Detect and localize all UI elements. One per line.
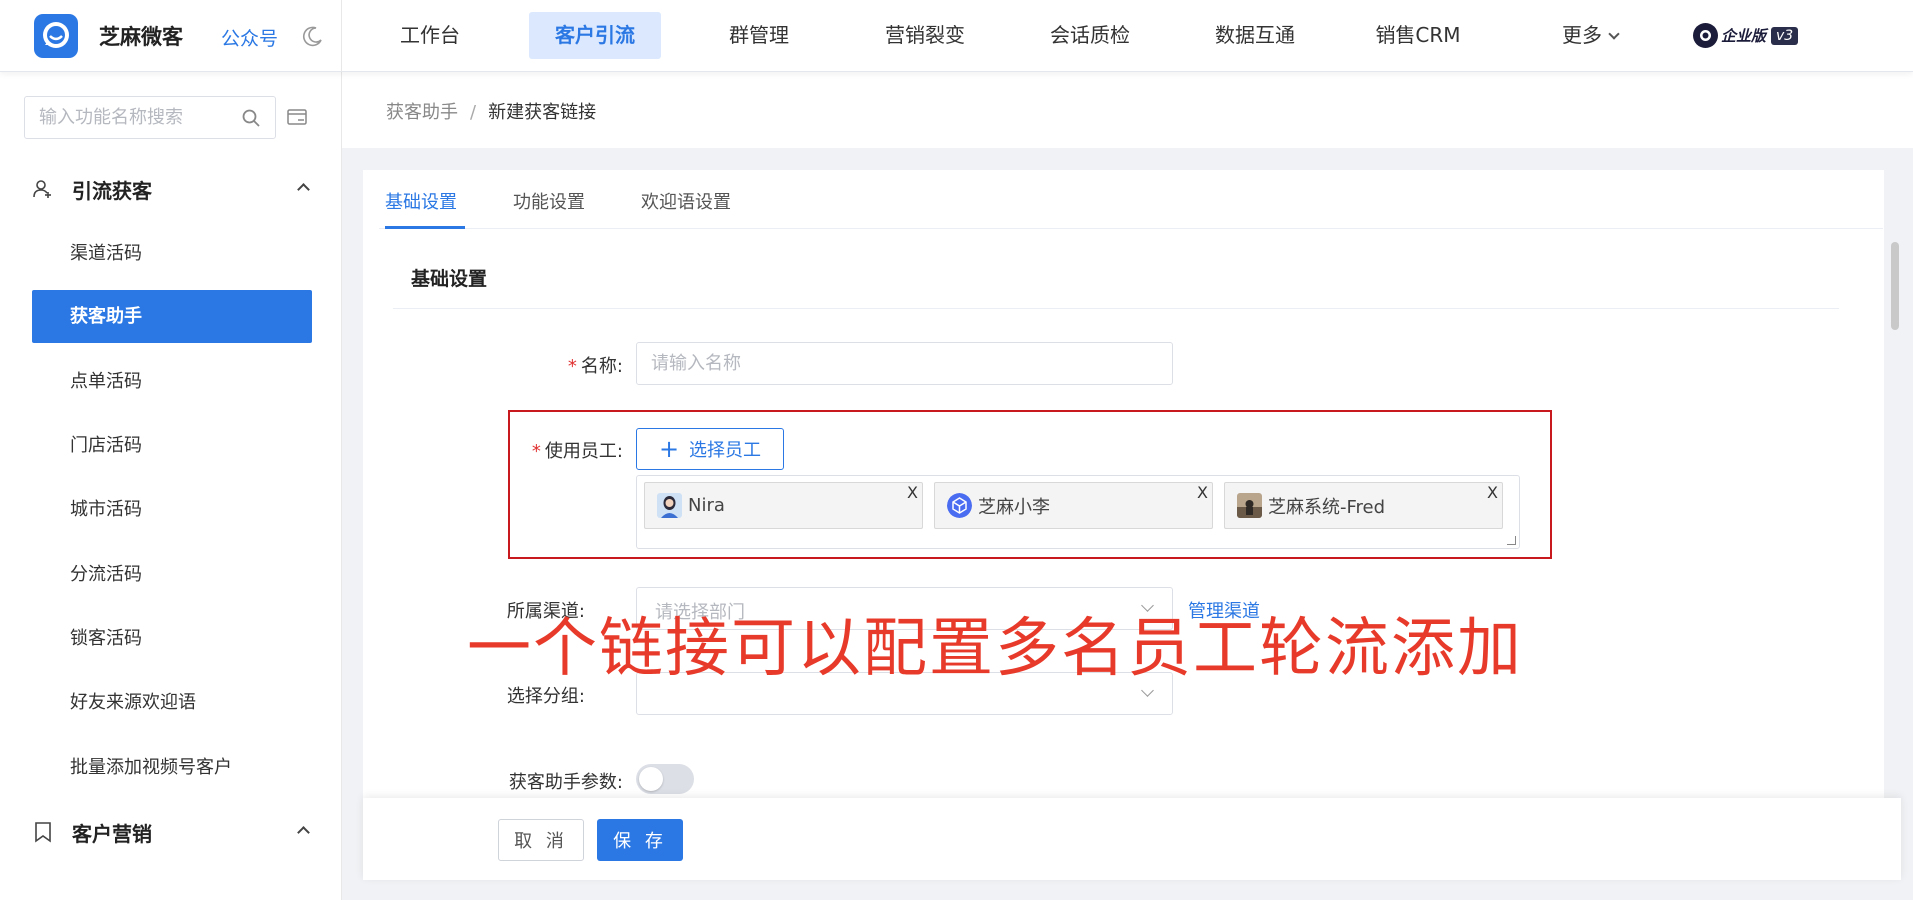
staff-name: Nira [688, 495, 725, 516]
bookmark-icon [35, 822, 51, 843]
function-search-input[interactable] [39, 97, 239, 138]
sidebar-item-order-code[interactable]: 点单活码 [32, 355, 312, 408]
name-field[interactable] [636, 342, 1173, 385]
staff-tag: Nira X [644, 482, 923, 529]
chevron-up-icon [297, 826, 310, 839]
sidebar-item-split-code[interactable]: 分流活码 [32, 548, 312, 601]
staff-tag: 芝麻小李 X [934, 482, 1213, 529]
nav-marketing-fission[interactable]: 营销裂变 [866, 12, 984, 59]
user-add-icon [33, 180, 51, 198]
search-icon[interactable] [241, 108, 261, 128]
staff-name: 芝麻系统-Fred [1268, 496, 1386, 518]
brand-name: 芝麻微客 [99, 25, 183, 49]
nav-group-management[interactable]: 群管理 [705, 12, 813, 59]
nav-workbench[interactable]: 工作台 [376, 12, 484, 59]
sidebar-group-label: 引流获客 [72, 178, 152, 203]
sidebar-group-label: 客户营销 [72, 821, 152, 846]
sidebar-item-store-code[interactable]: 门店活码 [32, 419, 312, 472]
sidebar-item-batch-add-video[interactable]: 批量添加视频号客户 [32, 741, 312, 794]
staff-tag: 芝麻系统-Fred X [1224, 482, 1503, 529]
avatar [1237, 493, 1262, 518]
toggle-knob [639, 767, 663, 791]
nav-more-label: 更多 [1562, 23, 1602, 47]
name-label: * 名称: [567, 356, 623, 377]
edition-badge[interactable]: 企业版 v3 [1693, 23, 1799, 48]
edition-label: 企业版 [1721, 27, 1767, 45]
tab-function-settings[interactable]: 功能设置 [513, 188, 585, 229]
sidebar-group-lead-acquisition[interactable]: 引流获客 [32, 174, 312, 204]
cancel-button[interactable]: 取 消 [498, 819, 584, 861]
close-icon[interactable]: X [907, 484, 918, 502]
top-bar: 芝麻微客 公众号 工作台 客户引流 群管理 营销裂变 会话质检 数据互通 销售C… [0, 0, 1913, 72]
version-badge: v3 [1771, 26, 1799, 45]
resize-handle[interactable] [1507, 536, 1516, 545]
name-label-text: 名称: [580, 356, 623, 377]
tab-basic-settings[interactable]: 基础设置 [385, 188, 465, 229]
section-title: 基础设置 [411, 268, 488, 290]
sidebar-item-city-code[interactable]: 城市活码 [32, 483, 312, 536]
edition-logo-icon [1693, 23, 1718, 48]
staff-label: * 使用员工: [531, 441, 623, 462]
divider [393, 308, 1839, 309]
staff-list[interactable]: Nira X 芝麻小李 X 芝麻系统-Fred X [636, 475, 1520, 549]
sidebar-item-channel-code[interactable]: 渠道活码 [32, 227, 312, 280]
sidebar-group-customer-marketing[interactable]: 客户营销 [32, 817, 312, 847]
footer-bar: 取 消 保 存 [363, 798, 1901, 880]
avatar [947, 493, 972, 518]
brand[interactable]: 芝麻微客 [34, 14, 183, 58]
logo-icon [34, 14, 78, 58]
card-icon[interactable] [286, 106, 308, 128]
breadcrumb-current: 新建获客链接 [488, 102, 597, 123]
sidebar: 引流获客 渠道活码 获客助手 点单活码 门店活码 城市活码 分流活码 锁客活码 … [0, 72, 342, 900]
tab-bar: 基础设置 功能设置 欢迎语设置 [379, 170, 1883, 229]
dark-mode-icon[interactable] [302, 25, 324, 47]
public-account-link[interactable]: 公众号 [221, 24, 278, 51]
close-icon[interactable]: X [1487, 484, 1498, 502]
staff-name: 芝麻小李 [978, 496, 1050, 518]
staff-label-text: 使用员工: [544, 441, 623, 462]
divider [341, 0, 342, 72]
nav-data-interop[interactable]: 数据互通 [1196, 12, 1314, 59]
select-staff-button[interactable]: + 选择员工 [636, 428, 784, 470]
nav-customer-acquisition[interactable]: 客户引流 [529, 12, 661, 59]
plus-icon: + [658, 435, 680, 463]
nav-session-inspection[interactable]: 会话质检 [1031, 12, 1149, 59]
scrollbar[interactable] [1891, 242, 1899, 330]
save-button[interactable]: 保 存 [597, 819, 683, 861]
tab-welcome-settings[interactable]: 欢迎语设置 [641, 188, 731, 229]
chevron-down-icon [1608, 28, 1620, 40]
param-label: 获客助手参数: [508, 772, 623, 793]
nav-sales-crm[interactable]: 销售CRM [1362, 12, 1474, 59]
sidebar-item-lock-code[interactable]: 锁客活码 [32, 612, 312, 665]
annotation-text: 一个链接可以配置多名员工轮流添加 [467, 612, 1523, 686]
breadcrumb-separator: / [470, 102, 477, 123]
sidebar-item-acquisition-assistant[interactable]: 获客助手 [32, 290, 312, 343]
select-staff-label: 选择员工 [689, 440, 762, 461]
chevron-up-icon [297, 183, 310, 196]
nav-more[interactable]: 更多 [1540, 12, 1640, 59]
breadcrumb: 获客助手 / 新建获客链接 [386, 98, 596, 124]
breadcrumb-parent[interactable]: 获客助手 [386, 102, 458, 123]
breadcrumb-bar: 获客助手 / 新建获客链接 [342, 72, 1913, 148]
avatar [657, 493, 682, 518]
sidebar-item-friend-welcome[interactable]: 好友来源欢迎语 [32, 676, 312, 729]
close-icon[interactable]: X [1197, 484, 1208, 502]
main-panel: 基础设置 功能设置 欢迎语设置 基础设置 *名称: *使用员工: + 选择员工 N… [363, 170, 1899, 880]
function-search[interactable] [24, 96, 276, 139]
name-input[interactable] [651, 343, 1133, 384]
param-toggle[interactable] [636, 764, 694, 794]
